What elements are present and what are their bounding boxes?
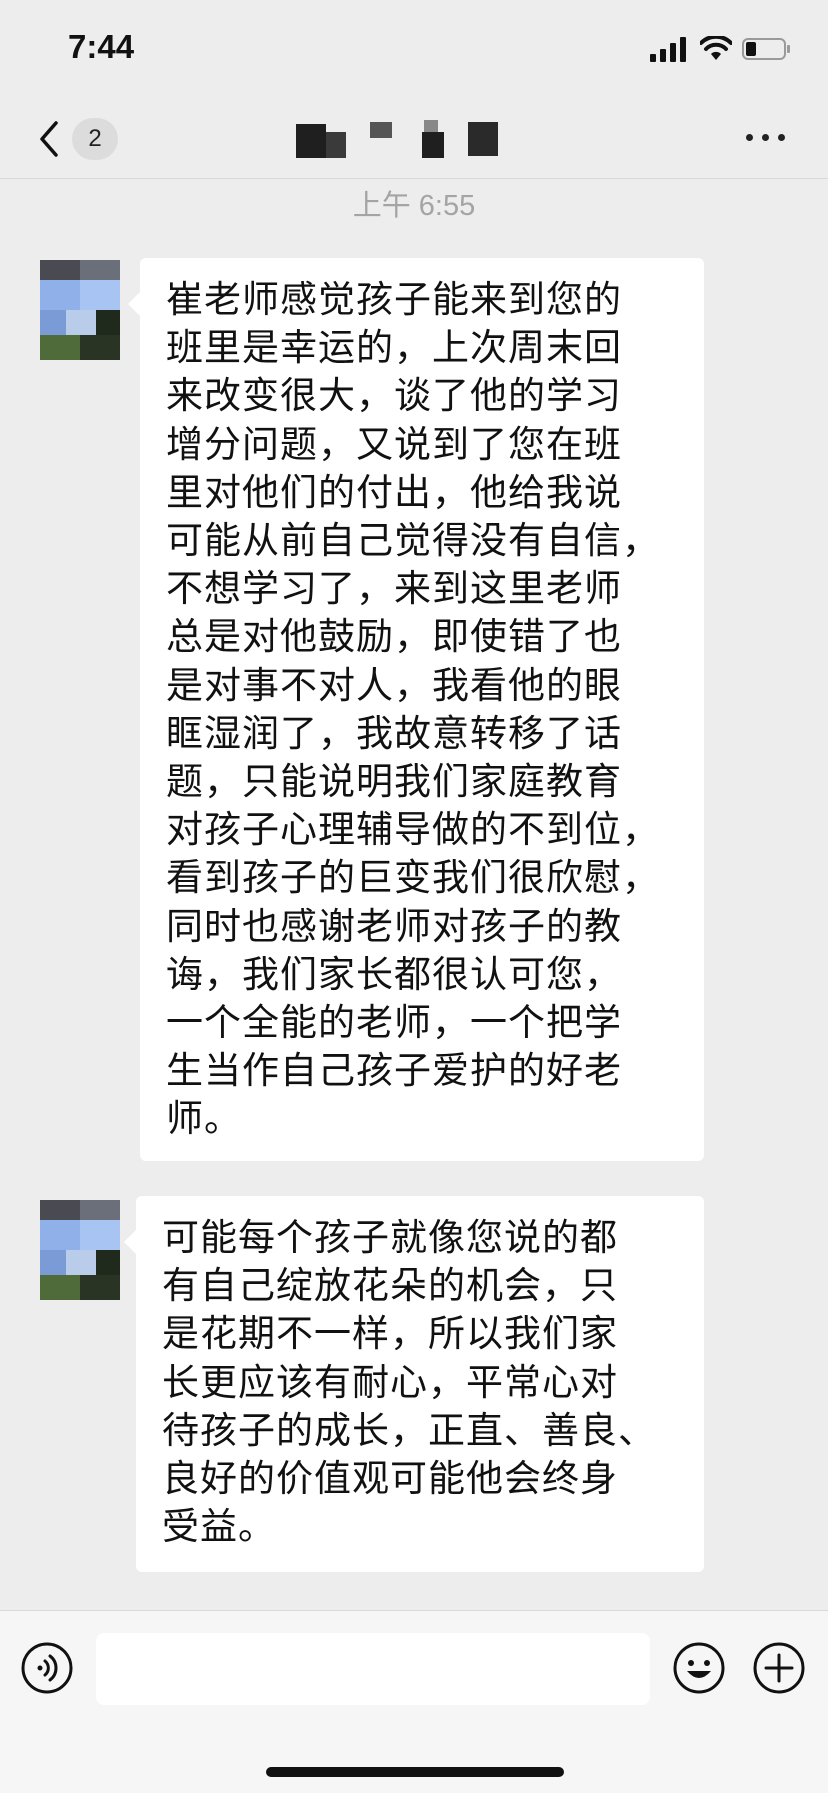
battery-icon xyxy=(742,38,790,60)
message-input[interactable] xyxy=(96,1633,650,1705)
message-line: 良好的价值观可能他会终身 xyxy=(162,1457,618,1501)
message-timestamp: 上午 6:55 xyxy=(352,190,476,222)
emoji-icon[interactable] xyxy=(672,1641,726,1695)
message-line: 一个全能的老师，一个把学 xyxy=(166,1001,622,1045)
unread-count-badge: 2 xyxy=(72,118,118,160)
chat-input-bar xyxy=(0,1610,828,1793)
message-line: 眶湿润了，我故意转移了话 xyxy=(166,711,622,755)
message-line: 总是对他鼓励，即使错了也 xyxy=(166,615,622,659)
message-line: 生当作自己孩子爱护的好老 xyxy=(166,1049,622,1093)
chat-title-redacted xyxy=(296,118,506,162)
message-line: 来改变很大，谈了他的学习 xyxy=(166,374,622,418)
chevron-left-icon xyxy=(40,121,58,157)
message-line: 诲，我们家长都很认可您， xyxy=(166,952,622,996)
voice-icon[interactable] xyxy=(20,1641,74,1695)
message-line: 班里是幸运的，上次周末回 xyxy=(166,326,622,370)
more-options-button[interactable] xyxy=(744,120,788,156)
home-indicator xyxy=(266,1767,564,1777)
message-line: 受益。 xyxy=(162,1505,276,1549)
message-line: 师。 xyxy=(166,1097,242,1141)
message-line: 看到孩子的巨变我们很欣慰， xyxy=(166,856,660,900)
message-line: 是对事不对人，我看他的眼 xyxy=(166,663,622,707)
message-line: 对孩子心理辅导做的不到位， xyxy=(166,808,660,852)
message-line: 增分问题，又说到了您在班 xyxy=(166,422,622,466)
message-line: 里对他们的付出，他给我说 xyxy=(166,470,622,514)
message-line: 崔老师感觉孩子能来到您的 xyxy=(166,278,622,321)
chat-header: 2 xyxy=(0,100,828,179)
message-line: 不想学习了，来到这里老师 xyxy=(166,567,622,611)
message-line: 可能从前自己觉得没有自信， xyxy=(166,519,660,563)
message-line: 长更应该有耐心，平常心对 xyxy=(162,1360,618,1404)
message-line: 可能每个孩子就像您说的都 xyxy=(162,1216,618,1259)
message-bubble[interactable]: 可能每个孩子就像您说的都 有自己绽放花朵的机会，只 是花期不一样，所以我们家 长… xyxy=(124,1196,704,1572)
add-icon[interactable] xyxy=(752,1641,806,1695)
message-line: 题，只能说明我们家庭教育 xyxy=(166,760,622,804)
message-line: 待孩子的成长，正直、善良、 xyxy=(162,1408,656,1452)
back-button[interactable]: 2 xyxy=(36,110,124,166)
message-line: 有自己绽放花朵的机会，只 xyxy=(162,1264,618,1308)
signal-icon xyxy=(650,37,686,62)
status-bar: 7:44 xyxy=(0,0,828,100)
status-time: 7:44 xyxy=(68,28,135,65)
sender-avatar[interactable] xyxy=(40,1200,120,1300)
sender-avatar[interactable] xyxy=(40,260,120,360)
message-line: 同时也感谢老师对孩子的教 xyxy=(166,904,622,948)
wifi-icon xyxy=(700,36,732,60)
message-bubble[interactable]: 崔老师感觉孩子能来到您的 班里是幸运的，上次周末回 来改变很大，谈了他的学习 增… xyxy=(128,258,704,1161)
message-line: 是花期不一样，所以我们家 xyxy=(162,1312,618,1356)
